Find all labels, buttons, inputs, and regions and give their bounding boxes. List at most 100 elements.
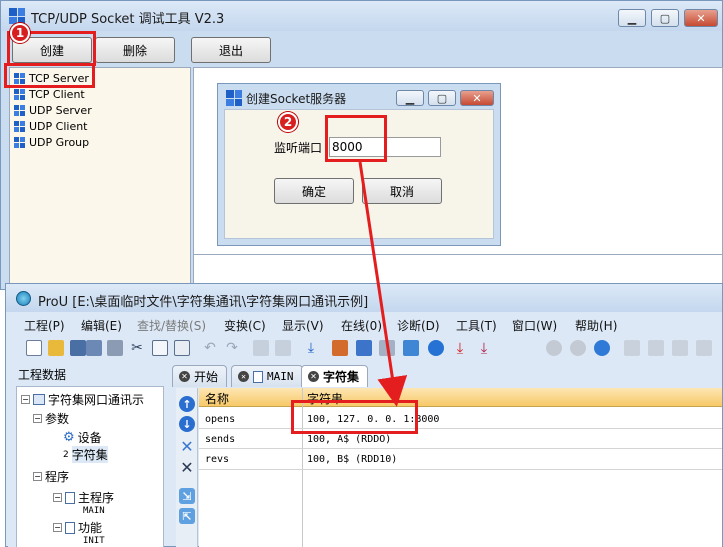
tab-label: 字符集 bbox=[323, 370, 360, 384]
prou-toolbar: ✂ ↶ ↷ ⤓ ⤓ ⤓ bbox=[6, 336, 722, 362]
table-icon[interactable] bbox=[356, 340, 372, 356]
move-down-icon[interactable]: ↓ bbox=[179, 416, 195, 432]
maximize-icon[interactable]: ▢ bbox=[651, 9, 679, 27]
menu-help[interactable]: 帮助(H) bbox=[575, 317, 617, 334]
compile-icon[interactable] bbox=[332, 340, 348, 356]
row-sends-name[interactable]: sends bbox=[205, 434, 235, 445]
pane-divider bbox=[194, 254, 722, 255]
tool-title-bar[interactable]: TCP/UDP Socket 调试工具 V2.3 ▁ ▢ ✕ bbox=[1, 1, 722, 31]
redo-icon[interactable]: ↷ bbox=[224, 340, 240, 356]
tools-icon[interactable] bbox=[403, 340, 419, 356]
tab-close-icon[interactable]: ✕ bbox=[308, 371, 319, 382]
cut-icon[interactable]: ✂ bbox=[129, 340, 145, 356]
menu-view[interactable]: 显示(V) bbox=[282, 317, 324, 334]
menu-tools[interactable]: 工具(T) bbox=[456, 317, 497, 334]
menu-online[interactable]: 在线(0) bbox=[341, 317, 382, 334]
function-node[interactable]: − 功能 bbox=[53, 519, 102, 536]
dialog-close-icon[interactable]: ✕ bbox=[460, 90, 494, 106]
tree-item-udp-server[interactable]: UDP Server bbox=[14, 102, 92, 118]
collapse-icon[interactable]: − bbox=[33, 414, 42, 423]
delete-button[interactable]: 删除 bbox=[95, 37, 175, 63]
main-program-node[interactable]: − 主程序 bbox=[53, 489, 114, 506]
stop-icon[interactable] bbox=[570, 340, 586, 356]
cancel-button[interactable]: 取消 bbox=[362, 178, 442, 204]
row-revs-value[interactable]: 100, B$ (RDD10) bbox=[307, 454, 397, 465]
open-folder-icon[interactable] bbox=[48, 340, 64, 356]
device-icon[interactable] bbox=[253, 340, 269, 356]
highlight-tcp-server-box bbox=[4, 63, 95, 88]
delete-all-icon[interactable]: ✕ bbox=[179, 458, 195, 477]
grid-row-divider bbox=[199, 448, 722, 449]
align-center-icon[interactable] bbox=[648, 340, 664, 356]
collapse-icon[interactable]: − bbox=[21, 395, 30, 404]
exit-button[interactable]: 退出 bbox=[191, 37, 271, 63]
refresh-icon[interactable] bbox=[594, 340, 610, 356]
run-icon[interactable] bbox=[546, 340, 562, 356]
charset-node[interactable]: 2 字符集 bbox=[63, 446, 108, 463]
paste-icon[interactable] bbox=[174, 340, 190, 356]
header-name: 名称 bbox=[205, 392, 230, 406]
align-right-icon[interactable] bbox=[672, 340, 688, 356]
menu-window[interactable]: 窗口(W) bbox=[512, 317, 557, 334]
collapse-icon[interactable]: − bbox=[33, 472, 42, 481]
program-node[interactable]: − 程序 bbox=[33, 468, 69, 485]
dialog-logo-icon bbox=[226, 90, 242, 106]
align-left-icon[interactable] bbox=[624, 340, 640, 356]
delete-row-icon[interactable]: ✕ bbox=[179, 437, 195, 456]
tree-item-udp-group[interactable]: UDP Group bbox=[14, 134, 89, 150]
row-revs-name[interactable]: revs bbox=[205, 454, 229, 465]
project-root-label: 字符集网口通讯示 bbox=[48, 393, 145, 407]
close-icon[interactable]: ✕ bbox=[684, 9, 718, 27]
grid-icon[interactable] bbox=[379, 340, 395, 356]
tab-start[interactable]: ✕ 开始 bbox=[172, 365, 228, 387]
project-root-node[interactable]: − 字符集网口通讯示 bbox=[21, 391, 144, 408]
pause-icon[interactable] bbox=[428, 340, 444, 356]
align-top-icon[interactable] bbox=[696, 340, 712, 356]
export-icon[interactable]: ⇱ bbox=[179, 508, 195, 524]
tab-close-icon[interactable]: ✕ bbox=[238, 371, 249, 382]
tab-charset[interactable]: ✕ 字符集 bbox=[301, 365, 369, 387]
tab-close-icon[interactable]: ✕ bbox=[179, 371, 190, 382]
menu-project[interactable]: 工程(P) bbox=[24, 317, 65, 334]
upload-red-icon[interactable]: ⤓ bbox=[476, 340, 492, 356]
document-icon bbox=[65, 491, 75, 504]
import-icon[interactable]: ⇲ bbox=[179, 488, 195, 504]
program-label: 程序 bbox=[45, 470, 70, 484]
ok-button[interactable]: 确定 bbox=[274, 178, 354, 204]
monitor-icon[interactable] bbox=[275, 340, 291, 356]
create-server-dialog: 创建Socket服务器 ▁ ▢ ✕ 监听端口 8000 确定 取消 bbox=[217, 83, 501, 246]
grid-row-divider bbox=[199, 469, 722, 470]
minimize-icon[interactable]: ▁ bbox=[618, 9, 646, 27]
device-node[interactable]: ⚙ 设备 bbox=[63, 429, 102, 446]
new-file-icon[interactable] bbox=[26, 340, 42, 356]
tab-main[interactable]: ✕ MAIN bbox=[231, 365, 303, 387]
menu-find-replace[interactable]: 查找/替换(S) bbox=[137, 317, 206, 334]
dialog-maximize-icon[interactable]: ▢ bbox=[428, 90, 456, 106]
undo-icon[interactable]: ↶ bbox=[202, 340, 218, 356]
menu-edit[interactable]: 编辑(E) bbox=[81, 317, 122, 334]
print-icon[interactable] bbox=[107, 340, 123, 356]
tree-item-tcp-client[interactable]: TCP Client bbox=[14, 86, 85, 102]
menu-diagnose[interactable]: 诊断(D) bbox=[397, 317, 440, 334]
udp-server-icon bbox=[14, 104, 25, 116]
move-up-icon[interactable]: ↑ bbox=[179, 396, 195, 412]
tree-item-udp-client[interactable]: UDP Client bbox=[14, 118, 88, 134]
tool-window-title: TCP/UDP Socket 调试工具 V2.3 bbox=[31, 12, 225, 27]
save-all-icon[interactable] bbox=[86, 340, 102, 356]
collapse-icon[interactable]: − bbox=[53, 493, 62, 502]
params-node[interactable]: − 参数 bbox=[33, 410, 69, 427]
dialog-minimize-icon[interactable]: ▁ bbox=[396, 90, 424, 106]
menu-transform[interactable]: 变换(C) bbox=[224, 317, 266, 334]
project-data-panel: 工程数据 − 字符集网口通讯示 − 参数 ⚙ 设备 2 字符集 − 程序 − 主… bbox=[8, 362, 164, 547]
collapse-icon[interactable]: − bbox=[53, 523, 62, 532]
download-red-icon[interactable]: ⤓ bbox=[452, 340, 468, 356]
row-opens-name[interactable]: opens bbox=[205, 414, 235, 425]
download-icon[interactable]: ⤓ bbox=[303, 340, 319, 356]
prou-title-bar[interactable]: ProU [E:\桌面临时文件\字符集通讯\字符集网口通讯示例] bbox=[6, 284, 722, 312]
row-sends-value[interactable]: 100, A$ (RDDO) bbox=[307, 434, 391, 445]
copy-icon[interactable] bbox=[152, 340, 168, 356]
port-label: 监听端口 bbox=[274, 141, 323, 155]
tree-item-label: TCP Client bbox=[29, 87, 85, 101]
save-icon[interactable] bbox=[70, 340, 86, 356]
row-tools-strip: ↑ ↓ ✕ ✕ ⇲ ⇱ bbox=[176, 388, 198, 547]
